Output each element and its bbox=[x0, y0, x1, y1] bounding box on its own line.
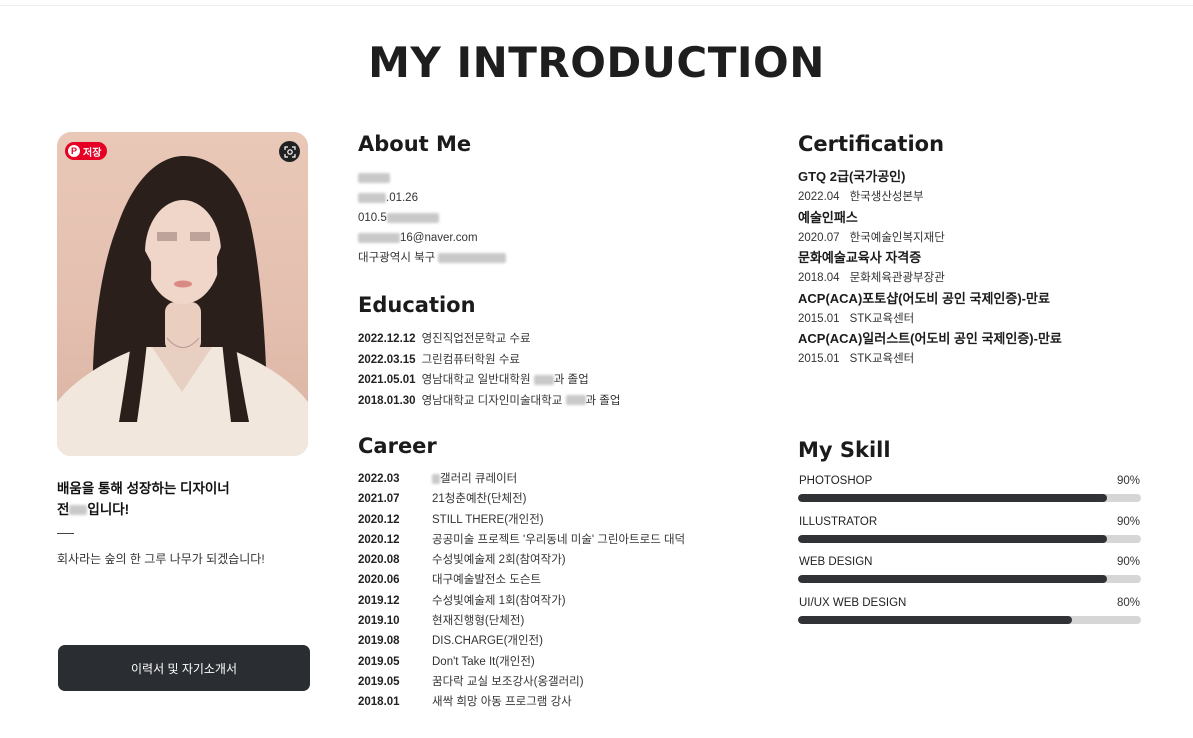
about-title: About Me bbox=[358, 132, 472, 156]
education-item: 2021.05.01 영남대학교 일반대학원 과 졸업 bbox=[358, 374, 589, 386]
profile-photo: P 저장 bbox=[57, 132, 308, 456]
redacted-name bbox=[69, 505, 88, 516]
skill-fill bbox=[798, 575, 1107, 583]
redacted-email bbox=[358, 232, 400, 243]
skills-title: My Skill bbox=[798, 438, 891, 462]
certification-item: 문화예술교육사 자격증 2018.04 문화체육관광부장관 bbox=[798, 248, 1062, 289]
profile-motto: 회사라는 숲의 한 그루 나무가 되겠습니다! bbox=[57, 552, 265, 566]
pin-save-badge[interactable]: P 저장 bbox=[65, 142, 108, 160]
career-item: 2022.03 갤러리 큐레이터 bbox=[358, 473, 518, 485]
redacted-major bbox=[565, 395, 586, 406]
skill-name: WEB DESIGN bbox=[799, 556, 873, 568]
skill-name: ILLUSTRATOR bbox=[799, 515, 878, 528]
skill-percent: 90% bbox=[1116, 515, 1140, 528]
career-item: 2020.12 STILL THERE(개인전) bbox=[358, 513, 544, 526]
tagline-divider bbox=[57, 533, 74, 534]
skill-fill bbox=[798, 534, 1107, 543]
skill-item: WEB DESIGN 90% bbox=[798, 555, 1141, 596]
certification-list: GTQ 2급(국가공인) 2022.04 한국생산성본부 예술인패스 2020.0… bbox=[798, 167, 1062, 370]
about-birthdate: .01.26 bbox=[358, 188, 506, 208]
skill-track bbox=[798, 615, 1141, 624]
certification-item: GTQ 2급(국가공인) 2022.04 한국생산성본부 bbox=[798, 167, 1062, 208]
skill-fill bbox=[798, 615, 1073, 624]
career-title: Career bbox=[358, 434, 437, 458]
education-title: Education bbox=[358, 293, 476, 317]
profile-tagline: 배움을 통해 성장하는 디자이너 전 입니다! bbox=[57, 478, 307, 520]
career-item: 2019.08 DIS.CHARGE(개인전) bbox=[358, 635, 543, 648]
career-item: 2020.08 수성빛예술제 2회(참여작가) bbox=[358, 554, 566, 567]
redacted-major bbox=[533, 374, 554, 385]
certification-item: 예술인패스 2020.07 한국예술인복지재단 bbox=[798, 208, 1062, 249]
cert-name: 문화예술교육사 자격증 bbox=[798, 250, 922, 265]
skill-name: PHOTOSHOP bbox=[799, 475, 873, 487]
redacted-address bbox=[438, 252, 507, 263]
education-item: 2022.12.12 영진직업전문학교 수료 bbox=[358, 333, 531, 345]
tagline-line-2: 전 입니다! bbox=[57, 502, 130, 517]
skill-fill bbox=[798, 494, 1107, 502]
about-name bbox=[358, 168, 506, 188]
skill-track bbox=[798, 534, 1141, 543]
education-list: 2022.12.12 영진직업전문학교 수료 2022.03.15 그린컴퓨터학원 … bbox=[358, 329, 620, 411]
education-item: 2018.01.30 영남대학교 디자인미술대학교 과 졸업 bbox=[358, 394, 621, 407]
career-item: 2019.10 현재진행형(단체전) bbox=[358, 615, 525, 628]
certification-title: Certification bbox=[798, 132, 945, 156]
education-item: 2022.03.15 그린컴퓨터학원 수료 bbox=[358, 353, 520, 366]
career-item: 2021.07 21청춘예찬(단체전) bbox=[358, 493, 527, 506]
skills-list: PHOTOSHOP 90% ILLUSTRATOR 90% WEB DESIGN… bbox=[798, 474, 1141, 636]
cert-meta: 2018.04 문화체육관광부장관 bbox=[798, 272, 945, 284]
career-item: 2020.12 공공미술 프로젝트 '우리동네 미술' 그린아트로드 대덕 bbox=[358, 533, 686, 546]
about-email: 16@naver.com bbox=[358, 228, 506, 248]
resume-button[interactable]: 이력서 및 자기소개서 bbox=[58, 645, 310, 691]
career-item: 2019.12 수성빛예술제 1회(참여작가) bbox=[358, 594, 566, 607]
portrait-image bbox=[57, 155, 308, 456]
about-phone: 010.5 bbox=[358, 208, 506, 228]
redacted-gallery bbox=[432, 473, 440, 484]
visual-search-icon[interactable] bbox=[279, 141, 300, 162]
cert-name: ACP(ACA)포토샵(어도비 공인 국제인증)-만료 bbox=[798, 290, 1050, 306]
skill-item: PHOTOSHOP 90% bbox=[798, 474, 1141, 515]
tagline-line-1: 배움을 통해 성장하는 디자이너 bbox=[57, 481, 230, 496]
about-info: .01.26 010.5 16@naver.com 대구광역시 북구 bbox=[358, 168, 507, 268]
skill-percent: 80% bbox=[1116, 596, 1140, 609]
cert-name: GTQ 2급(국가공인) bbox=[798, 169, 906, 184]
top-divider bbox=[0, 5, 1193, 6]
skill-track bbox=[798, 494, 1141, 502]
certification-item: ACP(ACA)포토샵(어도비 공인 국제인증)-만료 2015.01 STK교육… bbox=[798, 289, 1062, 330]
about-address: 대구광역시 북구 bbox=[358, 248, 507, 268]
career-item: 2019.05 꿈다락 교실 보조강사(옹갤러리) bbox=[358, 675, 584, 688]
skill-percent: 90% bbox=[1116, 556, 1140, 568]
cert-name: ACP(ACA)일러스트(어도비 공인 국제인증)-만료 bbox=[798, 331, 1062, 346]
pin-save-label: 저장 bbox=[83, 147, 102, 159]
cert-name: 예술인패스 bbox=[798, 209, 858, 225]
career-item: 2019.05 Don't Take It(개인전) bbox=[358, 655, 535, 668]
career-item: 2018.01 새싹 희망 아동 프로그램 강사 bbox=[358, 696, 572, 709]
skill-item: ILLUSTRATOR 90% bbox=[798, 515, 1141, 556]
cert-meta: 2020.07 한국예술인복지재단 bbox=[798, 231, 945, 244]
page-title: MY INTRODUCTION bbox=[368, 38, 825, 87]
skill-track bbox=[798, 575, 1141, 583]
cert-meta: 2022.04 한국생산성본부 bbox=[798, 191, 924, 203]
cert-meta: 2015.01 STK교육센터 bbox=[798, 312, 915, 325]
redacted-name bbox=[358, 172, 390, 183]
redacted-year bbox=[358, 192, 386, 203]
cert-meta: 2015.01 STK교육센터 bbox=[798, 353, 915, 365]
skill-name: UI/UX WEB DESIGN bbox=[799, 596, 907, 609]
skill-percent: 90% bbox=[1116, 475, 1140, 487]
pinterest-icon: P bbox=[68, 145, 80, 157]
skill-item: UI/UX WEB DESIGN 80% bbox=[798, 596, 1141, 637]
certification-item: ACP(ACA)일러스트(어도비 공인 국제인증)-만료 2015.01 STK교… bbox=[798, 329, 1062, 370]
redacted-phone bbox=[386, 212, 439, 223]
career-list: 2022.03 갤러리 큐레이터 2021.07 21청춘예찬(단체전) 2020.… bbox=[358, 469, 685, 713]
career-item: 2020.06 대구예술발전소 도슨트 bbox=[358, 574, 541, 587]
